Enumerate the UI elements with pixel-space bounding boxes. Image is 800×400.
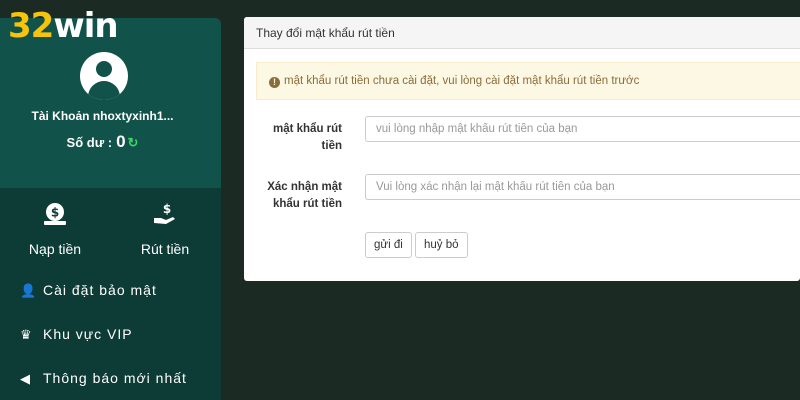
logo-number: 32 [8,6,54,46]
confirm-password-input[interactable] [365,174,800,200]
menu-item-notifications[interactable]: ◀ Thông báo mới nhất [20,370,187,387]
withdraw-password-panel: Thay đổi mật khẩu rút tiền ! mật khẩu rút… [244,17,800,281]
submit-button[interactable]: gửi đi [365,232,412,258]
exclamation-circle-icon: ! [269,77,280,88]
withdraw-password-input[interactable] [365,116,800,142]
refresh-icon[interactable]: ↻ [128,135,139,150]
password-label-line-2: tiền [321,140,342,152]
menu-item-vip[interactable]: ♛ Khu vực VIP [20,326,133,343]
svg-text:$: $ [163,202,171,216]
cancel-button[interactable]: huỷ bỏ [415,232,468,258]
user-lock-icon: 👤 [20,283,38,298]
menu-security-label: Cài đặt bảo mật [43,282,157,298]
menu-vip-label: Khu vực VIP [43,326,133,342]
menu-item-security[interactable]: 👤 Cài đặt bảo mật [20,282,157,299]
balance: Số dư :0 ↻ [0,132,205,152]
warning-alert: ! mật khẩu rút tiền chưa cài đặt, vui lòn… [256,62,800,100]
svg-text:$: $ [51,206,59,220]
balance-label: Số dư : [66,135,113,150]
alert-text: mật khẩu rút tiền chưa cài đặt, vui lòng… [284,75,640,87]
megaphone-icon: ◀ [20,371,31,386]
logo-word: win [53,6,118,46]
confirm-label-line-2: khẩu rút tiền [272,198,342,210]
balance-amount: 0 [116,132,126,151]
password-label-line-1: mật khẩu rút [272,123,342,135]
deposit-button[interactable]: $ Nạp tiền [0,201,110,257]
panel-title: Thay đổi mật khẩu rút tiền [244,17,800,49]
withdraw-button[interactable]: $ Rút tiền [110,201,220,257]
withdraw-label: Rút tiền [140,241,190,257]
crown-icon: ♛ [20,327,33,342]
menu-notifications-label: Thông báo mới nhất [43,370,187,386]
hand-dollar-icon: $ [110,201,220,233]
brand-logo[interactable]: 32win [8,6,119,46]
deposit-label: Nạp tiền [28,241,82,257]
money-bag-icon: $ [0,201,110,233]
confirm-label-line-1: Xác nhận mật [267,181,342,193]
sidebar: Tài Khoản nhoxtyxinh1... Số dư :0 ↻ $ Nạp… [0,18,221,400]
confirm-password-label: Xác nhận mật khẩu rút tiền [256,179,342,213]
account-name: Tài Khoản nhoxtyxinh1... [31,109,174,123]
password-label: mật khẩu rút tiền [256,121,342,155]
user-avatar-icon[interactable] [80,52,128,100]
